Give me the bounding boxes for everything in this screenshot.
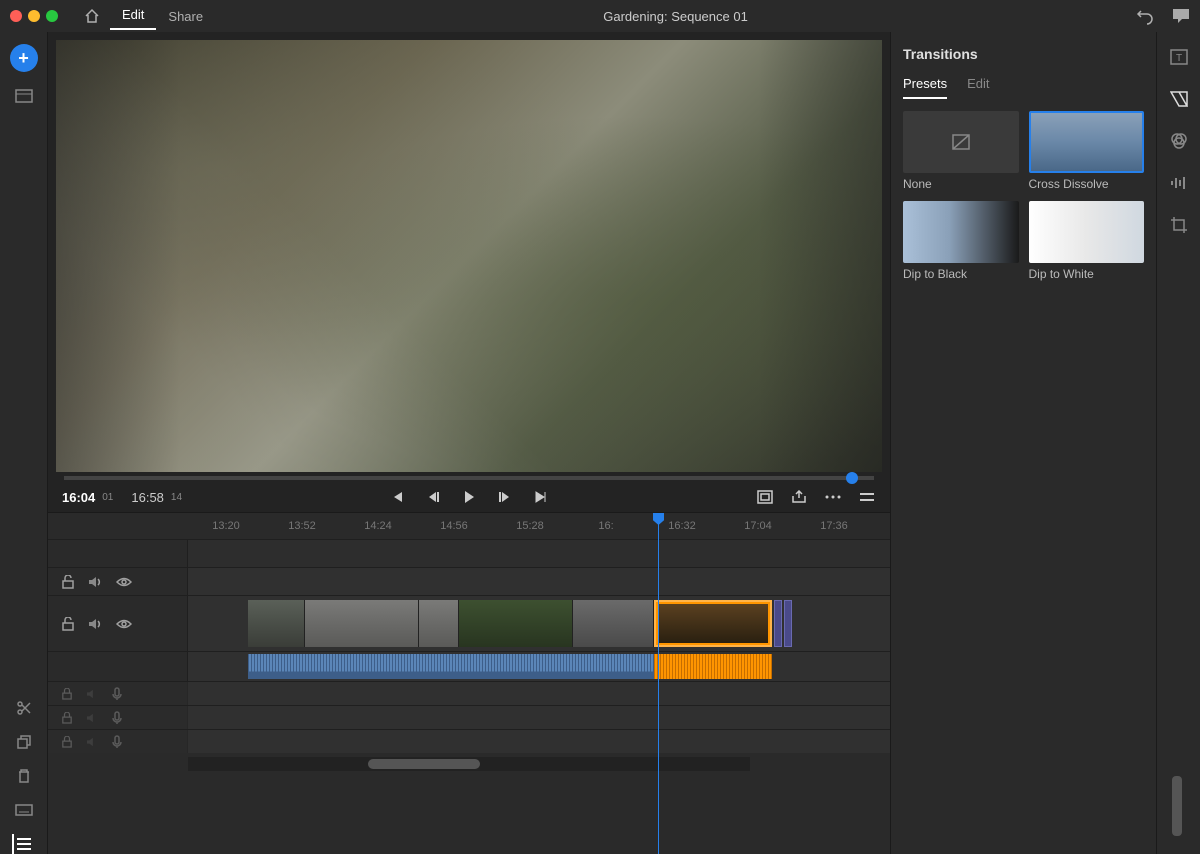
maximize-window[interactable]: [46, 10, 58, 22]
tab-share[interactable]: Share: [156, 5, 215, 28]
video-preview[interactable]: [56, 40, 882, 472]
mute-icon[interactable]: [88, 618, 102, 630]
list-view-icon[interactable]: [12, 834, 36, 854]
tab-edit[interactable]: Edit: [110, 3, 156, 30]
transitions-panel: Transitions Presets Edit None Cross Diss…: [890, 32, 1156, 854]
ruler-tick: 13:52: [264, 520, 340, 532]
mute-icon[interactable]: [86, 713, 98, 723]
duplicate-icon[interactable]: [12, 732, 36, 752]
trash-icon[interactable]: [12, 766, 36, 786]
step-forward-icon[interactable]: [496, 488, 514, 506]
transition-dip-black[interactable]: Dip to Black: [903, 201, 1019, 281]
video-clip-selected[interactable]: [654, 600, 772, 647]
transition-dip-white[interactable]: Dip to White: [1029, 201, 1145, 281]
audio-clip[interactable]: [248, 654, 654, 679]
lock-icon[interactable]: [62, 712, 72, 724]
transitions-icon[interactable]: [1168, 88, 1190, 110]
mic-icon[interactable]: [112, 687, 122, 701]
captions-icon[interactable]: [12, 800, 36, 820]
mute-icon[interactable]: [86, 689, 98, 699]
audio-track-1[interactable]: [48, 651, 890, 681]
app-menubar: Edit Share Gardening: Sequence 01: [0, 0, 1200, 32]
current-frames: 01: [102, 492, 113, 503]
panel-title: Transitions: [903, 46, 1144, 62]
tab-edit-transition[interactable]: Edit: [967, 76, 989, 99]
unlock-icon[interactable]: [62, 617, 74, 631]
audio-track-3[interactable]: [48, 705, 890, 729]
left-toolbar: +: [0, 32, 48, 854]
ruler-tick: 13:20: [188, 520, 264, 532]
project-panel-icon[interactable]: [12, 86, 36, 106]
color-icon[interactable]: [1168, 130, 1190, 152]
audio-clip-selected[interactable]: [654, 654, 772, 679]
undo-icon[interactable]: [1136, 7, 1154, 25]
close-window[interactable]: [10, 10, 22, 22]
eye-icon[interactable]: [116, 577, 132, 587]
skip-start-icon[interactable]: [388, 488, 406, 506]
unlock-icon[interactable]: [62, 575, 74, 589]
ruler-tick: 17:04: [720, 520, 796, 532]
timeline-scrollbar-thumb[interactable]: [368, 759, 480, 769]
more-icon[interactable]: [824, 488, 842, 506]
tab-presets[interactable]: Presets: [903, 76, 947, 99]
minimize-window[interactable]: [28, 10, 40, 22]
transition-label: Dip to Black: [903, 267, 1019, 281]
video-clip[interactable]: [248, 600, 654, 647]
play-icon[interactable]: [460, 488, 478, 506]
crop-icon[interactable]: [1168, 214, 1190, 236]
ruler-tick: 15:28: [492, 520, 568, 532]
video-clip[interactable]: [774, 600, 782, 647]
frame-icon[interactable]: [756, 488, 774, 506]
audio-track-2[interactable]: [48, 681, 890, 705]
time-ruler[interactable]: 13:20 13:52 14:24 14:56 15:28 16: 16:32 …: [48, 513, 890, 539]
window-controls: [10, 10, 58, 22]
scrub-playhead[interactable]: [846, 472, 858, 484]
project-title: Gardening: Sequence 01: [215, 9, 1136, 24]
transition-label: Dip to White: [1029, 267, 1145, 281]
total-time: 16:58: [131, 490, 164, 505]
audio-track-4[interactable]: [48, 729, 890, 753]
ruler-tick: 14:56: [416, 520, 492, 532]
lock-icon[interactable]: [62, 688, 72, 700]
current-time: 16:04: [62, 490, 95, 505]
audio-icon[interactable]: [1168, 172, 1190, 194]
ruler-tick: 17:36: [796, 520, 872, 532]
home-icon[interactable]: [84, 8, 100, 24]
transition-cross-dissolve[interactable]: Cross Dissolve: [1029, 111, 1145, 191]
transition-label: Cross Dissolve: [1029, 177, 1145, 191]
titles-icon[interactable]: T: [1168, 46, 1190, 68]
video-track-1[interactable]: [48, 595, 890, 651]
panel-resize-handle[interactable]: [1172, 776, 1182, 836]
step-back-icon[interactable]: [424, 488, 442, 506]
right-toolbar: T: [1156, 32, 1200, 854]
chat-icon[interactable]: [1172, 8, 1190, 24]
eye-icon[interactable]: [116, 619, 132, 629]
mic-icon[interactable]: [112, 735, 122, 749]
add-media-button[interactable]: +: [10, 44, 38, 72]
mute-icon[interactable]: [86, 737, 98, 747]
video-track-2[interactable]: [48, 567, 890, 595]
transition-label: None: [903, 177, 1019, 191]
lock-icon[interactable]: [62, 736, 72, 748]
timeline-scrollbar[interactable]: [188, 757, 750, 771]
timeline-track-spacer: [48, 539, 890, 567]
center-area: 16:04 01 16:58 14 13:20 13:52: [48, 32, 890, 854]
player-controls: 16:04 01 16:58 14: [48, 480, 890, 512]
ruler-tick: 14:24: [340, 520, 416, 532]
skip-end-icon[interactable]: [532, 488, 550, 506]
menu-icon[interactable]: [858, 488, 876, 506]
video-clip[interactable]: [784, 600, 792, 647]
mute-icon[interactable]: [88, 576, 102, 588]
svg-text:T: T: [1175, 53, 1181, 64]
transition-none[interactable]: None: [903, 111, 1019, 191]
mic-icon[interactable]: [112, 711, 122, 725]
ruler-tick: 16:: [568, 520, 644, 532]
timeline: 13:20 13:52 14:24 14:56 15:28 16: 16:32 …: [48, 512, 890, 854]
preview-scrubber[interactable]: [64, 476, 874, 480]
timeline-playhead[interactable]: [658, 513, 659, 854]
export-icon[interactable]: [790, 488, 808, 506]
total-frames: 14: [171, 492, 182, 503]
scissors-icon[interactable]: [12, 698, 36, 718]
